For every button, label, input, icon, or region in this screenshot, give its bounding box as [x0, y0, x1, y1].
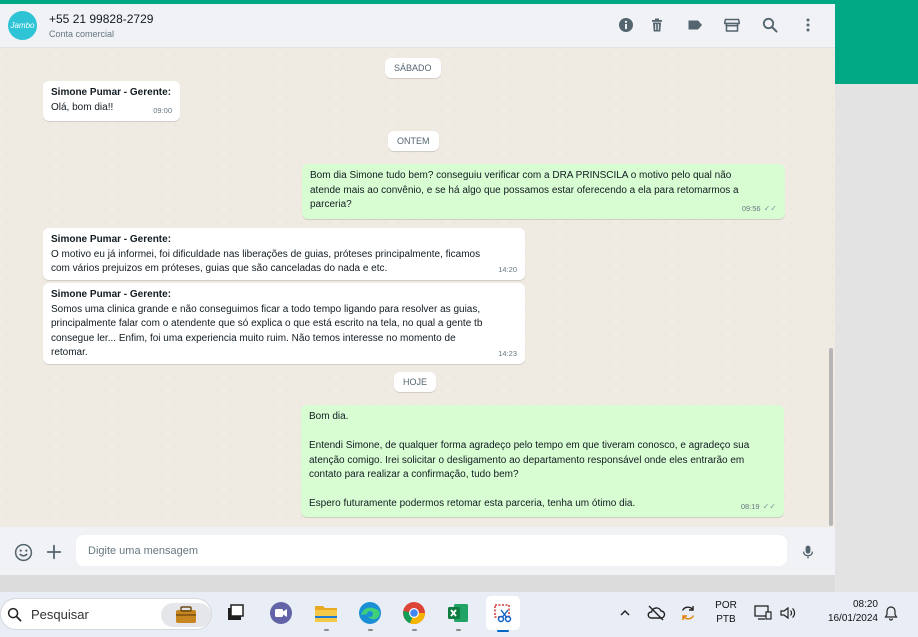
cloud-offline-icon[interactable]	[643, 600, 669, 626]
date-divider-ontem: ONTEM	[388, 131, 439, 151]
microphone-icon[interactable]	[798, 542, 818, 562]
message-time-wrapper: 08:19 ✓✓	[741, 500, 776, 515]
attach-plus-icon[interactable]	[44, 542, 64, 562]
message-text: Bom dia Simone tudo bem? conseguiu verif…	[310, 170, 739, 210]
message-list[interactable]: SÁBADO Simone Pumar - Gerente: Olá, bom …	[0, 48, 835, 527]
search-icon[interactable]	[761, 16, 779, 34]
clock[interactable]: 08:20 16/01/2024	[808, 599, 878, 624]
date-divider-sabado: SÁBADO	[385, 58, 441, 78]
message-sender: Simone Pumar - Gerente:	[51, 87, 172, 98]
teams-meet-icon[interactable]	[268, 600, 294, 626]
chrome-browser-icon[interactable]	[401, 600, 427, 631]
contact-subtitle: Conta comercial	[49, 29, 115, 39]
read-receipt-icon: ✓✓	[762, 501, 776, 511]
message-input[interactable]	[76, 535, 787, 566]
message-bubble-outgoing[interactable]: Bom dia Simone tudo bem? conseguiu verif…	[302, 164, 785, 219]
running-indicator	[411, 629, 417, 631]
message-composer	[0, 527, 835, 575]
avatar[interactable]: Jambo	[8, 11, 37, 40]
store-icon[interactable]	[723, 16, 741, 34]
notification-bell-icon[interactable]	[878, 600, 904, 626]
keyboard-layout: PTB	[716, 614, 736, 625]
language-code: POR	[715, 600, 737, 611]
contact-name[interactable]: +55 21 99828-2729	[49, 12, 153, 26]
message-time: 09:00	[153, 105, 172, 115]
background-panel	[835, 84, 918, 592]
active-indicator	[497, 630, 509, 632]
excel-icon[interactable]	[445, 600, 471, 631]
message-sender: Simone Pumar - Gerente:	[51, 234, 172, 245]
more-vertical-icon[interactable]	[799, 16, 817, 34]
message-time-wrapper: 09:56 ✓✓	[742, 202, 777, 217]
volume-icon[interactable]	[775, 600, 801, 626]
chevron-up-icon[interactable]	[612, 600, 638, 626]
sync-icon[interactable]	[675, 600, 701, 626]
background-accent	[835, 0, 918, 84]
label-icon[interactable]	[686, 16, 704, 34]
whatsapp-window: Jambo +55 21 99828-2729 Conta comercial …	[0, 4, 835, 575]
message-text: Bom dia. Entendi Simone, de qualquer for…	[309, 411, 750, 509]
message-bubble-incoming[interactable]: Simone Pumar - Gerente: Somos uma clinic…	[43, 283, 525, 364]
info-icon[interactable]	[617, 16, 635, 34]
message-time: 09:56	[741, 203, 761, 213]
running-indicator	[367, 629, 373, 631]
chat-header: Jambo +55 21 99828-2729 Conta comercial	[0, 4, 835, 48]
message-time: 08:19	[740, 501, 760, 511]
briefcase-icon	[161, 603, 211, 627]
language-indicator[interactable]: POR PTB	[712, 600, 740, 625]
read-receipt-icon: ✓✓	[763, 203, 777, 213]
edge-browser-icon[interactable]	[357, 600, 383, 631]
message-time: 14:20	[498, 264, 517, 274]
emoji-icon[interactable]	[13, 542, 33, 562]
message-text: O motivo eu já informei, foi dificuldade…	[51, 248, 481, 275]
message-sender: Simone Pumar - Gerente:	[51, 289, 172, 300]
clock-time: 08:20	[852, 599, 878, 610]
message-bubble-incoming[interactable]: Simone Pumar - Gerente: Olá, bom dia!! 0…	[43, 81, 180, 121]
trash-icon[interactable]	[648, 16, 666, 34]
windows-taskbar: Pesquisar POR PTB 08:20 16/01/2024	[0, 592, 918, 637]
date-divider-hoje: HOJE	[394, 372, 437, 392]
message-bubble-outgoing[interactable]: Bom dia. Entendi Simone, de qualquer for…	[301, 405, 784, 517]
taskbar-search[interactable]: Pesquisar	[0, 598, 212, 630]
message-bubble-incoming[interactable]: Simone Pumar - Gerente: O motivo eu já i…	[43, 228, 525, 280]
chat-scrollbar[interactable]	[829, 348, 833, 526]
taskbar-search-label: Pesquisar	[31, 607, 89, 622]
snipping-tool-icon[interactable]	[486, 596, 520, 632]
file-explorer-icon[interactable]	[313, 600, 339, 631]
task-view-icon[interactable]	[222, 600, 248, 626]
message-text: Somos uma clinica grande e não conseguim…	[51, 303, 483, 359]
running-indicator	[455, 629, 461, 631]
search-icon	[7, 607, 22, 622]
message-time: 14:23	[498, 348, 517, 358]
clock-date: 16/01/2024	[827, 613, 878, 624]
display-icon[interactable]	[750, 600, 776, 626]
running-indicator	[323, 629, 329, 631]
